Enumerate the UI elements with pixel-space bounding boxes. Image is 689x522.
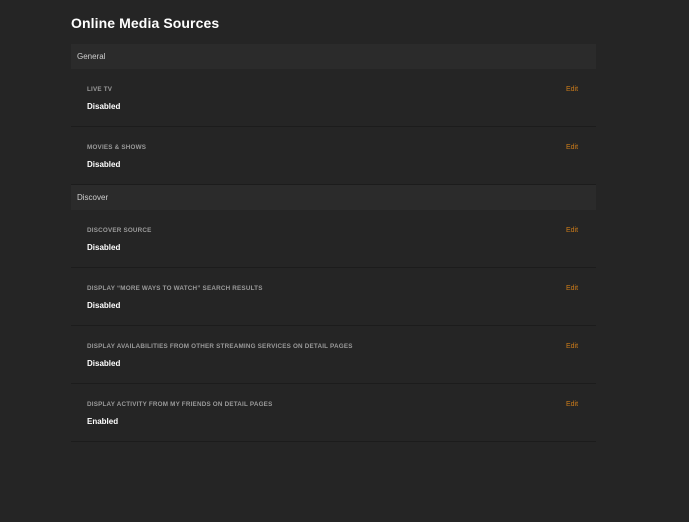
edit-live-tv-link[interactable]: Edit bbox=[566, 86, 578, 93]
setting-row-live-tv: LIVE TV Disabled Edit bbox=[71, 69, 596, 127]
setting-label: DISPLAY ACTIVITY FROM MY FRIENDS ON DETA… bbox=[87, 401, 273, 408]
setting-label: DISPLAY AVAILABILITIES FROM OTHER STREAM… bbox=[87, 343, 353, 350]
setting-value: Disabled bbox=[87, 243, 121, 252]
setting-value: Disabled bbox=[87, 359, 121, 368]
edit-more-ways-to-watch-link[interactable]: Edit bbox=[566, 285, 578, 292]
settings-list: General LIVE TV Disabled Edit MOVIES & S… bbox=[71, 44, 596, 442]
setting-label: DISPLAY “MORE WAYS TO WATCH” SEARCH RESU… bbox=[87, 285, 263, 292]
section-header-general: General bbox=[71, 44, 596, 69]
setting-row-movies-shows: MOVIES & SHOWS Disabled Edit bbox=[71, 127, 596, 185]
setting-label: LIVE TV bbox=[87, 86, 113, 93]
page-title: Online Media Sources bbox=[71, 15, 220, 31]
setting-value: Disabled bbox=[87, 102, 121, 111]
section-title: General bbox=[77, 52, 106, 61]
section-header-discover: Discover bbox=[71, 185, 596, 210]
setting-row-friends-activity: DISPLAY ACTIVITY FROM MY FRIENDS ON DETA… bbox=[71, 384, 596, 442]
setting-value: Disabled bbox=[87, 301, 121, 310]
setting-label: DISCOVER SOURCE bbox=[87, 227, 152, 234]
edit-movies-shows-link[interactable]: Edit bbox=[566, 144, 578, 151]
setting-value: Enabled bbox=[87, 417, 119, 426]
section-title: Discover bbox=[77, 193, 109, 202]
setting-label: MOVIES & SHOWS bbox=[87, 144, 147, 151]
setting-value: Disabled bbox=[87, 160, 121, 169]
setting-row-more-ways-to-watch: DISPLAY “MORE WAYS TO WATCH” SEARCH RESU… bbox=[71, 268, 596, 326]
edit-streaming-availabilities-link[interactable]: Edit bbox=[566, 343, 578, 350]
edit-discover-source-link[interactable]: Edit bbox=[566, 227, 578, 234]
edit-friends-activity-link[interactable]: Edit bbox=[566, 401, 578, 408]
setting-row-discover-source: DISCOVER SOURCE Disabled Edit bbox=[71, 210, 596, 268]
setting-row-streaming-availabilities: DISPLAY AVAILABILITIES FROM OTHER STREAM… bbox=[71, 326, 596, 384]
